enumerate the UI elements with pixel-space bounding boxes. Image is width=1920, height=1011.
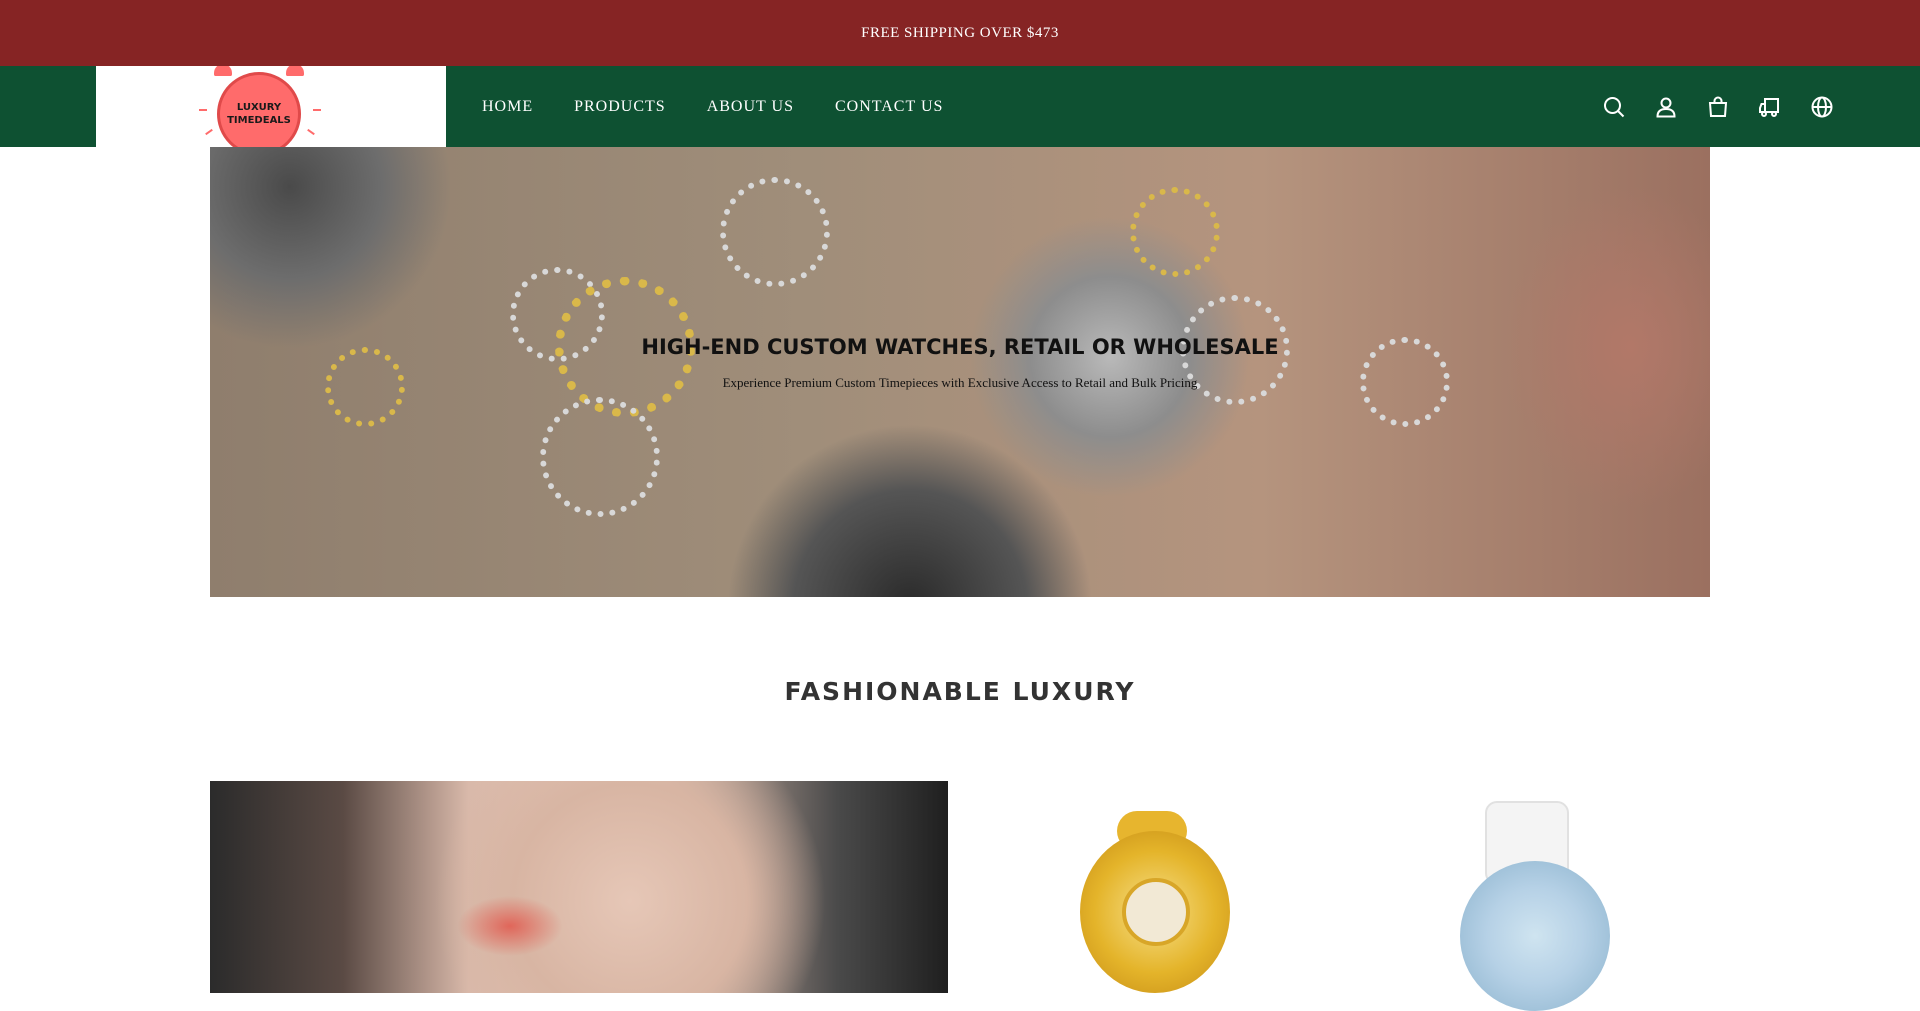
shipping-truck-icon[interactable]: [1758, 95, 1782, 119]
logo-bell-left: [214, 66, 232, 76]
globe-icon[interactable]: [1810, 95, 1834, 119]
nav-about-us[interactable]: ABOUT US: [707, 98, 794, 116]
nav-products[interactable]: PRODUCTS: [574, 98, 666, 116]
main-nav: HOME PRODUCTS ABOUT US CONTACT US: [482, 66, 984, 147]
nav-home[interactable]: HOME: [482, 98, 533, 116]
gear-decoration: [540, 397, 660, 517]
watch-dial: [1122, 878, 1190, 946]
announcement-bar: FREE SHIPPING OVER $473: [0, 0, 1920, 66]
watch-image: [1460, 861, 1610, 1011]
gear-decoration: [1130, 187, 1220, 277]
cart-icon[interactable]: [1706, 95, 1730, 119]
logo-ray: [313, 109, 321, 111]
gear-decoration: [720, 177, 830, 287]
account-icon[interactable]: [1654, 95, 1678, 119]
hero-subtitle: Experience Premium Custom Timepieces wit…: [722, 375, 1198, 390]
search-icon[interactable]: [1602, 95, 1626, 119]
logo-link[interactable]: LUXURY TIMEDEALS: [96, 66, 446, 147]
section-title: FASHIONABLE LUXURY: [784, 677, 1136, 706]
product-card-opal-watch[interactable]: [1430, 781, 1630, 1011]
header-icons: [1602, 66, 1834, 147]
logo-bell-right: [286, 66, 304, 76]
logo-ray: [307, 128, 315, 136]
product-card-gold-watch[interactable]: [1052, 781, 1252, 993]
featured-image[interactable]: [210, 781, 948, 993]
nav-contact-us[interactable]: CONTACT US: [835, 98, 943, 116]
hero-title: HIGH-END CUSTOM WATCHES, RETAIL OR WHOLE…: [641, 335, 1279, 359]
logo-line-1: LUXURY: [236, 102, 282, 113]
announcement-text: FREE SHIPPING OVER $473: [861, 24, 1059, 41]
logo: LUXURY TIMEDEALS: [217, 72, 301, 147]
hero-banner: HIGH-END CUSTOM WATCHES, RETAIL OR WHOLE…: [210, 147, 1710, 597]
logo-text: LUXURY TIMEDEALS: [224, 101, 294, 127]
logo-ray: [199, 109, 207, 111]
logo-ray: [205, 128, 213, 136]
logo-line-2: TIMEDEALS: [227, 115, 291, 126]
site-header: LUXURY TIMEDEALS HOME PRODUCTS ABOUT US …: [0, 66, 1920, 147]
